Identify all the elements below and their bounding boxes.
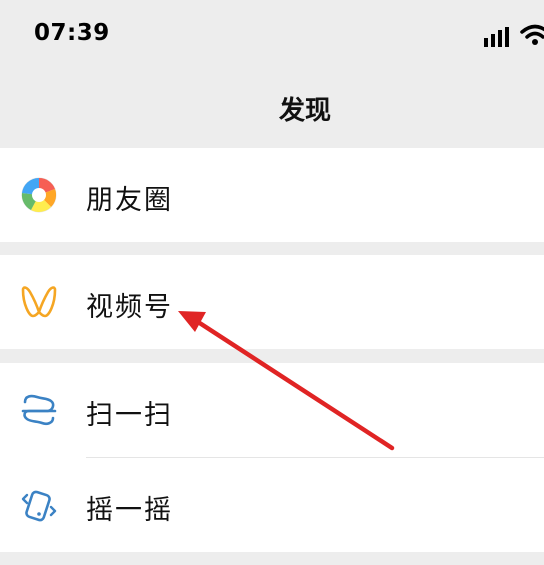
menu-label-moments: 朋友圈 [86,185,173,216]
channels-butterfly-icon [21,286,57,318]
menu-label-scan: 扫一扫 [86,400,173,431]
moments-aperture-icon [21,177,57,213]
scan-icon [21,394,57,426]
shake-icon [21,490,57,522]
menu-item-scan[interactable]: 扫一扫 [0,363,544,457]
wifi-icon [520,24,544,45]
tools-group: 扫一扫 摇一摇 [0,363,544,552]
page-title: 发现 [278,96,331,126]
status-time: 07:39 [34,20,110,46]
status-bar: 07:39 [0,0,544,76]
menu-label-shake: 摇一摇 [86,495,173,526]
channels-group: 视频号 [0,255,544,349]
menu-label-channels: 视频号 [86,292,173,323]
menu-item-channels[interactable]: 视频号 [0,255,544,349]
menu-item-moments[interactable]: 朋友圈 [0,148,544,242]
menu-item-shake[interactable]: 摇一摇 [0,458,544,552]
moments-group: 朋友圈 [0,148,544,242]
cellular-signal-icon [484,27,509,47]
